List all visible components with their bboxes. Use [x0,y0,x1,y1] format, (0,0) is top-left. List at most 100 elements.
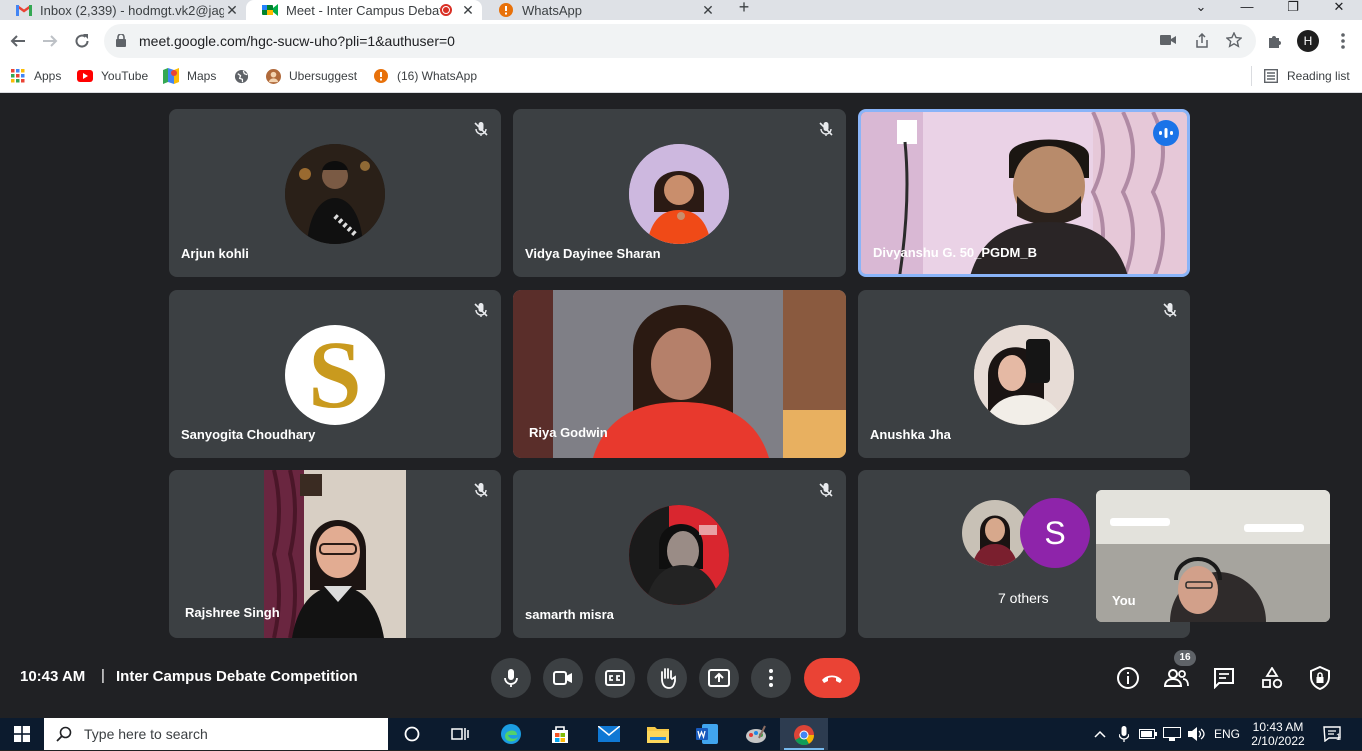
paint-icon[interactable] [742,722,770,746]
edge-icon[interactable] [497,722,525,746]
restore-button[interactable]: ❐ [1270,0,1316,20]
participant-count-badge: 16 [1174,650,1196,666]
activities-button[interactable] [1258,664,1286,692]
tab-title: Meet - Inter Campus Debate [286,2,440,18]
chat-icon [1214,668,1234,689]
chat-button[interactable] [1210,664,1238,692]
speaking-indicator-icon [1153,120,1179,146]
cortana-icon[interactable] [398,722,426,746]
forward-icon[interactable] [39,30,61,52]
participant-name: Arjun kohli [181,246,249,261]
participant-name: Rajshree Singh [185,605,280,620]
participant-tile[interactable]: Anushka Jha [858,290,1190,458]
microsoft-store-icon[interactable] [546,722,574,746]
word-icon[interactable] [693,722,721,746]
recording-icon [440,4,452,16]
browser-toolbar: meet.google.com/hgc-sucw-uho?pli=1&authu… [0,20,1362,62]
close-tab-icon[interactable]: ✕ [460,2,476,19]
bookmark-apps[interactable]: Apps [10,68,61,84]
participant-avatar [285,144,385,244]
meeting-details-button[interactable] [1114,664,1142,692]
participant-name: Vidya Dayinee Sharan [525,246,661,261]
search-placeholder: Type here to search [84,726,208,742]
share-icon[interactable] [1194,32,1210,54]
bookmark-maps[interactable]: Maps [163,68,216,84]
mic-button[interactable] [491,658,531,698]
notification-center-icon[interactable]: 1 [1318,722,1346,746]
raise-hand-button[interactable] [647,658,687,698]
network-icon[interactable] [1162,722,1182,746]
more-vert-icon [769,669,773,687]
mic-off-icon [473,302,489,318]
captions-button[interactable] [595,658,635,698]
back-icon[interactable] [7,30,29,52]
extensions-icon[interactable] [1266,32,1284,50]
others-avatar [962,500,1028,566]
participant-name: Sanyogita Choudhary [181,427,316,442]
participant-tile[interactable]: Rajshree Singh [169,470,501,638]
present-screen-button[interactable] [699,658,739,698]
file-explorer-icon[interactable] [644,722,672,746]
self-view[interactable]: You [1096,490,1330,622]
meeting-title: Inter Campus Debate Competition [116,668,358,685]
reading-list-button[interactable]: Reading list [1263,68,1350,84]
mic-off-icon [473,121,489,137]
tab-search-button[interactable]: ⌄ [1178,0,1224,20]
bookmark-star-icon[interactable] [1225,31,1243,53]
more-options-button[interactable] [751,658,791,698]
whatsapp-alert-icon [498,3,514,17]
participant-tile-speaking[interactable]: Divyanshu G. 50_PGDM_B [858,109,1190,277]
task-view-icon[interactable] [446,722,474,746]
lock-icon[interactable] [116,33,126,52]
participant-avatar [629,505,729,605]
bookmark-youtube[interactable]: YouTube [77,68,148,84]
windows-taskbar: Type here to search ENG 10:43 AM 2/10/20… [0,718,1362,750]
tab-whatsapp[interactable]: WhatsApp ✕ [482,0,722,20]
tab-title: WhatsApp [522,2,582,18]
address-bar[interactable]: meet.google.com/hgc-sucw-uho?pli=1&authu… [104,24,1256,58]
participant-tile[interactable]: samarth misra [513,470,846,638]
mic-off-icon [1162,302,1178,318]
meet-icon [262,3,278,17]
reload-icon[interactable] [71,30,93,52]
close-window-button[interactable]: ✕ [1316,0,1362,20]
search-icon [56,726,72,742]
windows-start-icon[interactable] [8,722,36,746]
taskbar-search-box[interactable]: Type here to search [44,718,388,750]
present-screen-icon [708,669,730,687]
battery-icon[interactable] [1138,722,1158,746]
bookmarks-bar: Apps YouTube Maps Ubersuggest (16) Whats… [0,62,1362,93]
volume-icon[interactable] [1186,722,1208,746]
language-indicator[interactable]: ENG [1214,727,1240,741]
camera-in-use-icon[interactable] [1160,33,1176,52]
camera-button[interactable] [543,658,583,698]
bookmark-globe[interactable] [233,68,257,84]
bookmark-ubersuggest[interactable]: Ubersuggest [265,68,357,84]
chrome-icon [793,724,815,751]
taskbar-clock[interactable]: 10:43 AM 2/10/2022 [1250,720,1306,748]
host-controls-button[interactable] [1306,664,1334,692]
profile-avatar[interactable]: H [1297,30,1319,52]
chrome-taskbar-button[interactable] [780,718,828,750]
participant-tile[interactable]: S Sanyogita Choudhary [169,290,501,458]
participants-button[interactable]: 16 [1162,650,1196,692]
people-icon [1163,669,1189,687]
minimize-button[interactable]: — [1224,0,1270,20]
close-tab-icon[interactable]: ✕ [700,2,716,19]
tab-gmail[interactable]: Inbox (2,339) - hodmgt.vk2@jaga ✕ [0,0,246,20]
mail-icon[interactable] [595,722,623,746]
show-hidden-icons-icon[interactable] [1092,722,1108,746]
participant-tile[interactable]: Arjun kohli [169,109,501,277]
close-tab-icon[interactable]: ✕ [224,2,240,19]
bookmark-label: (16) WhatsApp [397,69,478,83]
leave-call-button[interactable] [804,658,860,698]
microphone-tray-icon[interactable] [1116,722,1132,746]
participant-tile[interactable]: Riya Godwin [513,290,846,458]
bookmark-whatsapp[interactable]: (16) WhatsApp [373,68,477,84]
tab-meet[interactable]: Meet - Inter Campus Debate ✕ [246,0,482,20]
participant-tile[interactable]: Vidya Dayinee Sharan [513,109,846,277]
new-tab-button[interactable]: + [734,0,754,20]
info-icon [1117,667,1139,689]
separator: | [101,667,105,684]
more-menu-icon[interactable] [1334,32,1352,50]
